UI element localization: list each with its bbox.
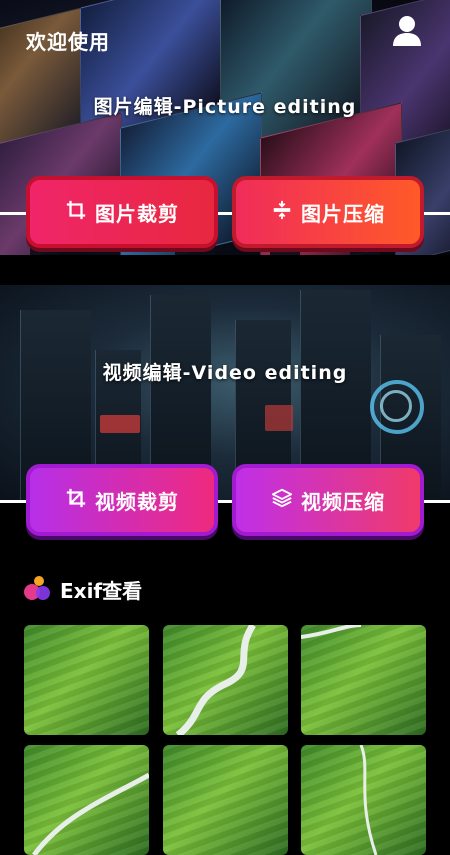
photo-thumbnail[interactable] <box>301 745 426 855</box>
photo-thumbnail[interactable] <box>163 625 288 735</box>
banner-neon-sign <box>265 405 293 431</box>
photo-thumbnail[interactable] <box>24 745 149 855</box>
video-crop-button[interactable]: 视频裁剪 <box>26 464 218 536</box>
picture-crop-button[interactable]: 图片裁剪 <box>26 176 218 248</box>
video-compress-label: 视频压缩 <box>301 489 385 514</box>
picture-section-title: 图片编辑-Picture editing <box>93 96 357 118</box>
photo-thumbnail[interactable] <box>24 625 149 735</box>
photo-thumbnail[interactable] <box>301 625 426 735</box>
picture-crop-label: 图片裁剪 <box>95 201 179 226</box>
exif-logo-icon <box>24 576 50 602</box>
crop-icon <box>65 199 87 226</box>
exif-header: Exif查看 <box>24 573 142 605</box>
video-crop-label: 视频裁剪 <box>95 489 179 514</box>
picture-compress-button[interactable]: 图片压缩 <box>232 176 424 248</box>
video-section-title: 视频编辑-Video editing <box>102 362 348 384</box>
video-compress-button[interactable]: 视频压缩 <box>232 464 424 536</box>
crop-icon <box>65 487 87 514</box>
photo-thumbnail[interactable] <box>163 745 288 855</box>
section-gap <box>0 255 450 285</box>
exif-title: Exif查看 <box>60 578 143 603</box>
picture-compress-label: 图片压缩 <box>301 201 385 226</box>
compress-icon <box>271 199 293 226</box>
layers-icon <box>271 487 293 514</box>
banner-neon-sign <box>100 415 140 433</box>
banner-neon-ring <box>380 390 412 422</box>
user-icon[interactable] <box>390 14 424 48</box>
welcome-text: 欢迎使用 <box>26 30 110 54</box>
